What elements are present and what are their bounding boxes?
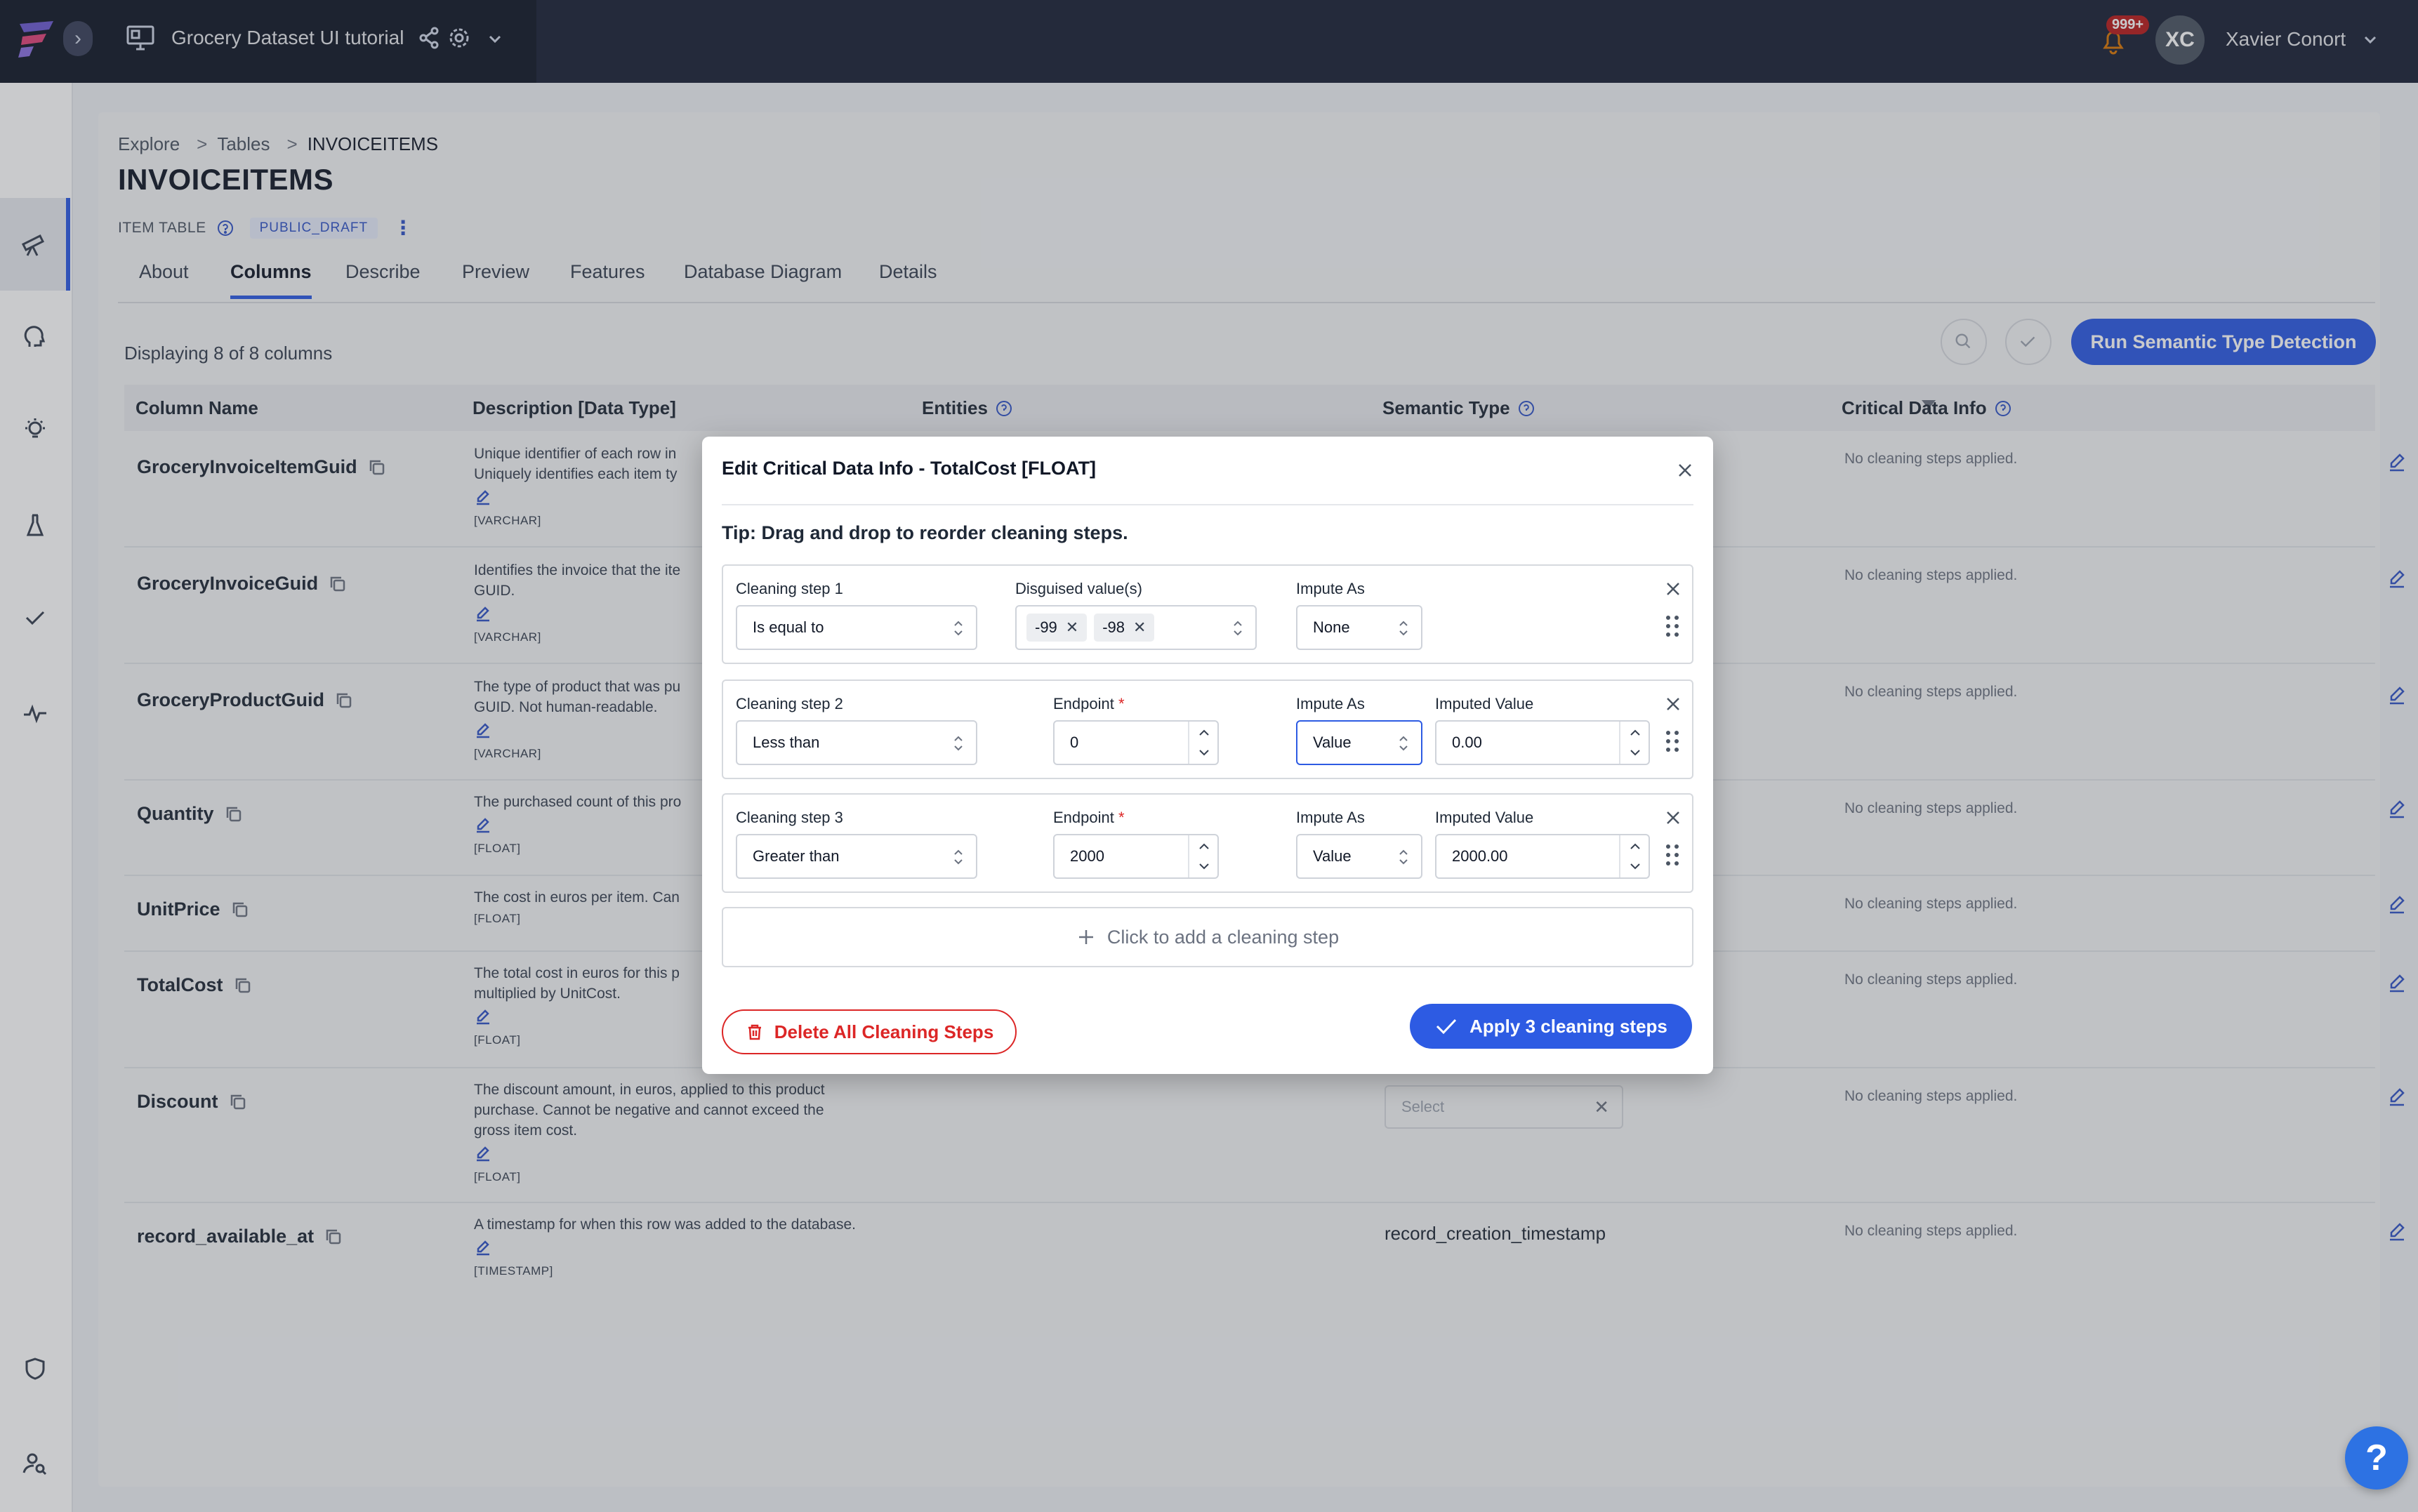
remove-chip-icon[interactable]: ✕ bbox=[1133, 618, 1146, 636]
check-icon bbox=[1436, 1019, 1457, 1035]
cleaning-step-3[interactable]: Cleaning step 3 Greater than Endpoint * … bbox=[722, 793, 1693, 893]
increment-icon[interactable] bbox=[1189, 722, 1219, 743]
endpoint-label-text: Endpoint bbox=[1053, 809, 1114, 826]
increment-icon[interactable] bbox=[1620, 835, 1650, 856]
operation-select[interactable]: Greater than bbox=[736, 834, 977, 879]
trash-icon bbox=[748, 1024, 761, 1040]
cleaning-step-1[interactable]: Cleaning step 1 Is equal to Disguised va… bbox=[722, 564, 1693, 664]
impute-label: Impute As bbox=[1296, 580, 1365, 597]
chip-label: -99 bbox=[1035, 618, 1057, 636]
impute-select[interactable]: Value bbox=[1296, 720, 1422, 765]
apply-cleaning-steps-button[interactable]: Apply 3 cleaning steps bbox=[1410, 1004, 1692, 1049]
required-marker: * bbox=[1118, 695, 1125, 712]
remove-step-icon[interactable] bbox=[1664, 580, 1682, 598]
chip-label: -98 bbox=[1102, 618, 1125, 636]
tip-text: Tip: Drag and drop to reorder cleaning s… bbox=[722, 522, 1128, 543]
endpoint-value: 2000 bbox=[1070, 847, 1104, 865]
step-label: Cleaning step 3 bbox=[736, 809, 843, 826]
imputed-value-label: Imputed Value bbox=[1435, 809, 1534, 826]
number-stepper[interactable] bbox=[1188, 835, 1217, 877]
value-chip: -99 ✕ bbox=[1026, 614, 1088, 642]
increment-icon[interactable] bbox=[1620, 722, 1650, 743]
operation-value: Less than bbox=[753, 734, 820, 751]
operation-select[interactable]: Less than bbox=[736, 720, 977, 765]
remove-step-icon[interactable] bbox=[1664, 695, 1682, 713]
impute-select[interactable]: Value bbox=[1296, 834, 1422, 879]
add-step-label: Click to add a cleaning step bbox=[1106, 926, 1340, 948]
number-stepper[interactable] bbox=[1619, 835, 1649, 877]
delete-all-label: Delete All Cleaning Steps bbox=[774, 1021, 994, 1042]
number-stepper[interactable] bbox=[1188, 722, 1217, 764]
close-icon[interactable] bbox=[1675, 460, 1695, 480]
drag-handle-icon[interactable] bbox=[1664, 729, 1681, 754]
decrement-icon[interactable] bbox=[1189, 743, 1219, 764]
step-label: Cleaning step 1 bbox=[736, 580, 843, 597]
help-button[interactable]: ? bbox=[2345, 1426, 2408, 1490]
decrement-icon[interactable] bbox=[1189, 856, 1219, 877]
remove-step-icon[interactable] bbox=[1664, 809, 1682, 827]
divider bbox=[722, 504, 1693, 505]
select-arrows-icon bbox=[1399, 736, 1408, 751]
select-arrows-icon bbox=[954, 736, 963, 751]
operation-select[interactable]: Is equal to bbox=[736, 605, 977, 650]
decrement-icon[interactable] bbox=[1620, 743, 1650, 764]
increment-icon[interactable] bbox=[1189, 835, 1219, 856]
impute-label: Impute As bbox=[1296, 809, 1365, 826]
imputed-value: 2000.00 bbox=[1452, 847, 1508, 865]
cleaning-step-2[interactable]: Cleaning step 2 Less than Endpoint * 0 I… bbox=[722, 679, 1693, 779]
edit-critical-data-modal: Edit Critical Data Info - TotalCost [FLO… bbox=[702, 437, 1713, 1074]
plus-icon bbox=[1078, 930, 1093, 944]
impute-value: Value bbox=[1313, 734, 1352, 751]
disguised-values-multiselect[interactable]: -99 ✕ -98 ✕ bbox=[1015, 605, 1257, 650]
select-arrows-icon bbox=[1234, 621, 1242, 636]
drag-handle-icon[interactable] bbox=[1664, 614, 1681, 639]
endpoint-label: Endpoint * bbox=[1053, 695, 1125, 713]
select-arrows-icon bbox=[1399, 849, 1408, 865]
endpoint-input[interactable]: 2000 bbox=[1053, 834, 1219, 879]
endpoint-value: 0 bbox=[1070, 734, 1079, 751]
imputed-value-label: Imputed Value bbox=[1435, 695, 1534, 712]
imputed-value: 0.00 bbox=[1452, 734, 1482, 751]
apply-label: Apply 3 cleaning steps bbox=[1469, 1015, 1667, 1037]
endpoint-label-text: Endpoint bbox=[1053, 695, 1114, 712]
decrement-icon[interactable] bbox=[1620, 856, 1650, 877]
select-arrows-icon bbox=[954, 849, 963, 865]
add-cleaning-step-button[interactable]: Click to add a cleaning step bbox=[722, 907, 1693, 967]
impute-label: Impute As bbox=[1296, 695, 1365, 712]
imputed-value-input[interactable]: 0.00 bbox=[1435, 720, 1650, 765]
value-label: Disguised value(s) bbox=[1015, 580, 1142, 597]
delete-all-steps-button[interactable]: Delete All Cleaning Steps bbox=[722, 1009, 1017, 1054]
operation-value: Is equal to bbox=[753, 618, 824, 636]
required-marker: * bbox=[1118, 809, 1125, 826]
impute-select[interactable]: None bbox=[1296, 605, 1422, 650]
imputed-value-input[interactable]: 2000.00 bbox=[1435, 834, 1650, 879]
step-label: Cleaning step 2 bbox=[736, 695, 843, 712]
impute-value: Value bbox=[1313, 847, 1352, 865]
impute-value: None bbox=[1313, 618, 1350, 636]
select-arrows-icon bbox=[954, 621, 963, 636]
number-stepper[interactable] bbox=[1619, 722, 1649, 764]
select-arrows-icon bbox=[1399, 621, 1408, 636]
drag-handle-icon[interactable] bbox=[1664, 842, 1681, 868]
modal-title: Edit Critical Data Info - TotalCost [FLO… bbox=[722, 458, 1096, 479]
value-chip: -98 ✕ bbox=[1094, 614, 1155, 642]
operation-value: Greater than bbox=[753, 847, 840, 865]
endpoint-input[interactable]: 0 bbox=[1053, 720, 1219, 765]
remove-chip-icon[interactable]: ✕ bbox=[1066, 618, 1078, 636]
endpoint-label: Endpoint * bbox=[1053, 809, 1125, 827]
